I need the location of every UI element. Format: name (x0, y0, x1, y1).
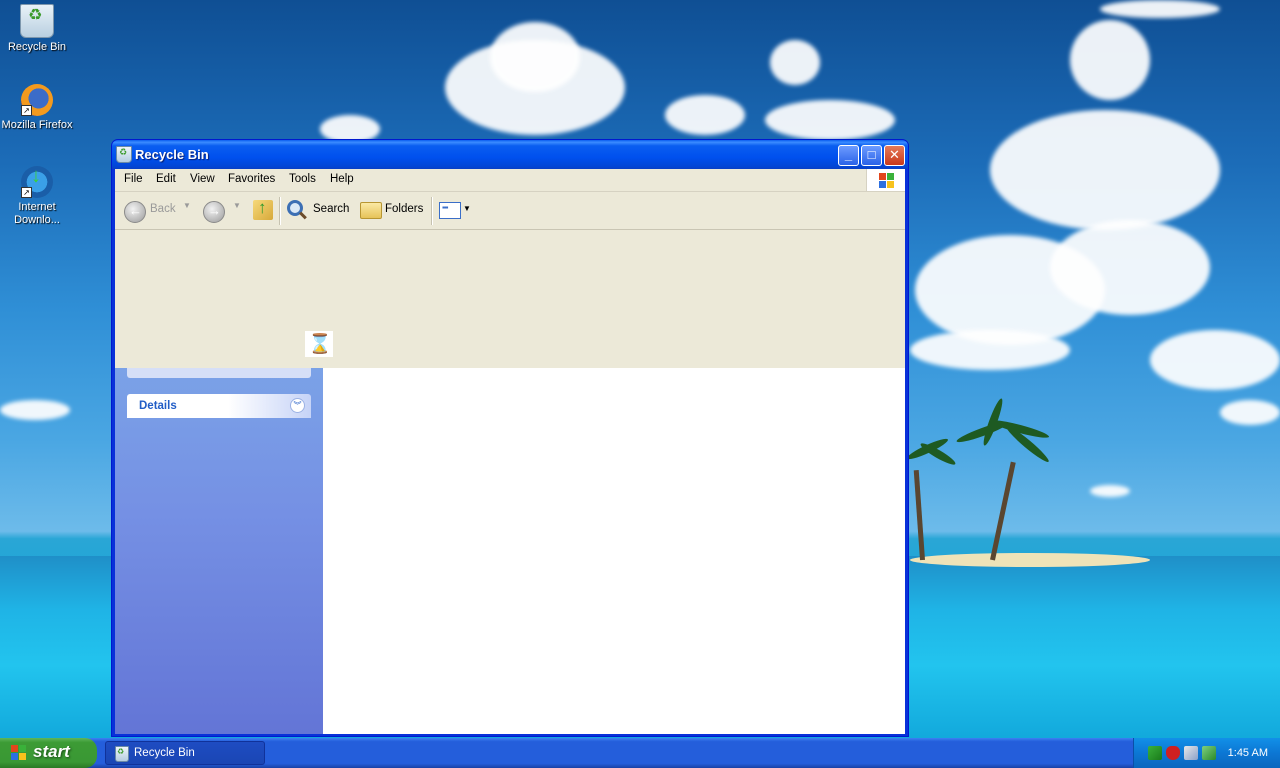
menu-bar: File Edit View Favorites Tools Help (115, 169, 905, 192)
up-folder-icon[interactable] (253, 198, 273, 220)
recycle-bin-icon (116, 146, 132, 163)
title-bar[interactable]: Recycle Bin _ □ ✕ (112, 140, 908, 169)
taskbar: start Recycle Bin 1:45 AM (0, 738, 1280, 768)
task-pane-section (127, 368, 311, 378)
search-button-label[interactable]: Search (313, 203, 349, 215)
minimize-button[interactable]: _ (838, 145, 859, 166)
forward-dropdown-icon[interactable]: ▼ (233, 201, 241, 210)
menu-edit[interactable]: Edit (156, 173, 176, 185)
details-panel-label: Details (139, 400, 177, 412)
search-icon[interactable] (287, 200, 303, 216)
close-button[interactable]: ✕ (884, 145, 905, 166)
hourglass-icon (305, 331, 333, 357)
desktop-icon-firefox[interactable]: ↗ Mozilla Firefox (0, 84, 74, 132)
folders-button-label[interactable]: Folders (385, 203, 423, 215)
task-pane: Details ︾ (115, 368, 323, 734)
network-icon[interactable] (1148, 746, 1162, 760)
toolbar: Back ▼ ▼ Search Folders ▼ (115, 192, 905, 230)
window-title: Recycle Bin (135, 147, 209, 162)
recycle-bin-window: Recycle Bin _ □ ✕ File Edit View Favorit… (111, 139, 909, 737)
start-label: start (33, 742, 70, 761)
firefox-icon: ↗ (21, 84, 53, 116)
desktop-icon-label: Recycle Bin (7, 41, 67, 53)
back-arrow-icon[interactable] (124, 201, 146, 223)
download-manager-tray-icon[interactable] (1202, 746, 1216, 760)
menu-file[interactable]: File (124, 173, 143, 185)
menu-view[interactable]: View (190, 173, 215, 185)
toolbar-separator (431, 197, 433, 225)
folders-icon[interactable] (360, 202, 382, 219)
forward-arrow-icon[interactable] (203, 201, 225, 223)
back-button-label[interactable]: Back (150, 203, 176, 215)
system-tray: 1:45 AM (1133, 738, 1280, 768)
recycle-bin-icon (115, 746, 129, 762)
desktop-icon-internet-download-manager[interactable]: ↗ Internet Downlo... (0, 166, 74, 227)
start-button[interactable]: start (0, 738, 97, 768)
network-connection-icon[interactable] (1184, 746, 1198, 760)
desktop-icon-label: Internet Downlo... (14, 201, 60, 226)
content-loading-area (115, 230, 905, 368)
menu-help[interactable]: Help (330, 173, 354, 185)
windows-logo-icon (866, 169, 905, 191)
file-list-area[interactable] (323, 368, 905, 734)
clock[interactable]: 1:45 AM (1228, 747, 1268, 759)
security-shield-icon[interactable] (1166, 746, 1180, 760)
desktop-icon-recycle-bin[interactable]: Recycle Bin (0, 4, 74, 54)
menu-favorites[interactable]: Favorites (228, 173, 275, 185)
back-dropdown-icon[interactable]: ▼ (183, 201, 191, 210)
desktop-icon-label: Mozilla Firefox (1, 119, 73, 131)
chevron-down-icon[interactable]: ︾ (290, 398, 305, 413)
recycle-bin-icon (20, 4, 54, 38)
window-body: File Edit View Favorites Tools Help Back… (115, 169, 905, 734)
details-panel-header[interactable]: Details ︾ (127, 394, 311, 418)
views-dropdown-icon[interactable]: ▼ (463, 204, 471, 213)
island (910, 553, 1150, 567)
views-icon[interactable] (439, 202, 461, 219)
menu-tools[interactable]: Tools (289, 173, 316, 185)
taskbar-button-label: Recycle Bin (134, 747, 195, 759)
internet-download-manager-icon: ↗ (21, 166, 53, 198)
windows-logo-icon (11, 745, 27, 761)
maximize-button[interactable]: □ (861, 145, 882, 166)
toolbar-separator (279, 197, 281, 225)
taskbar-button-recycle-bin[interactable]: Recycle Bin (105, 741, 265, 765)
